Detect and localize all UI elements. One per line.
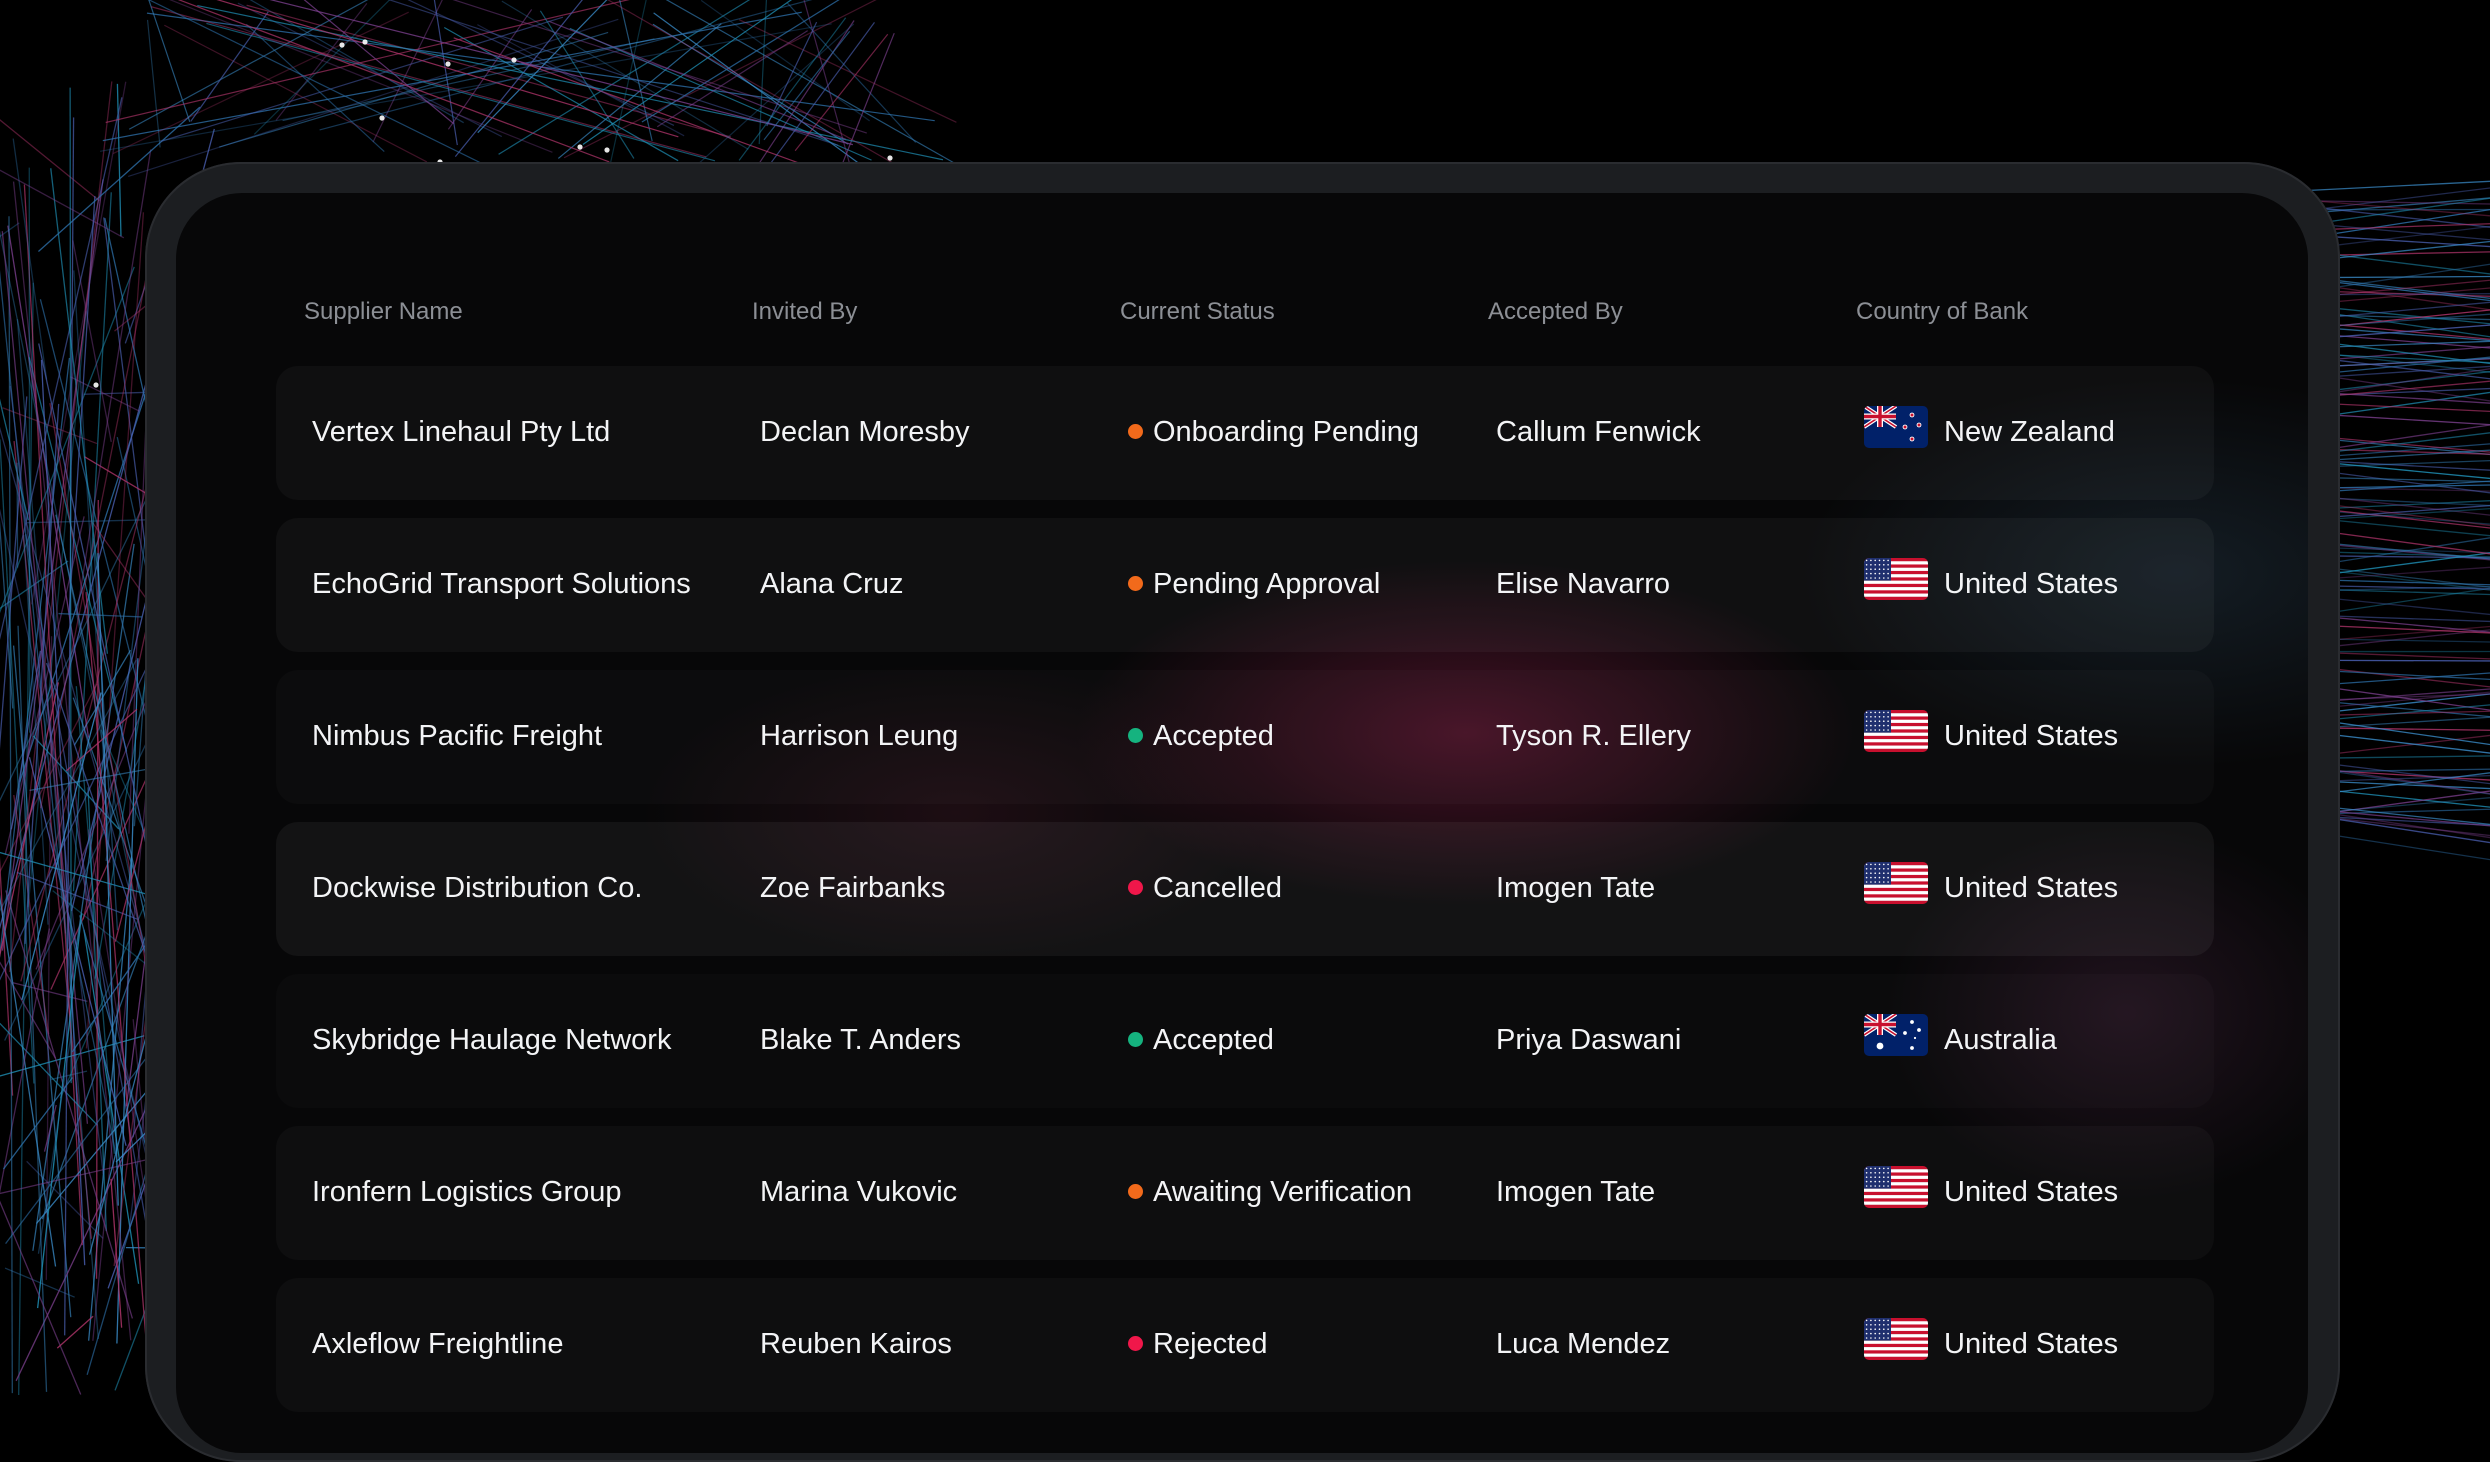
supplier-name-cell: Ironfern Logistics Group — [312, 1174, 621, 1210]
table-row[interactable]: Dockwise Distribution Co. Zoe Fairbanks Ca… — [276, 822, 2214, 956]
us-flag-icon — [1864, 558, 1928, 600]
supplier-name-cell: Axleflow Freightline — [312, 1326, 563, 1362]
invited-by-cell: Reuben Kairos — [760, 1326, 952, 1362]
invited-by-cell: Zoe Fairbanks — [760, 870, 945, 906]
country-cell: New Zealand — [1944, 414, 2115, 450]
accepted-by-cell: Tyson R. Ellery — [1496, 718, 1691, 754]
status-cell: Awaiting Verification — [1128, 1174, 1412, 1210]
us-flag-icon — [1864, 710, 1928, 752]
country-cell: United States — [1944, 1174, 2118, 1210]
country-cell: Australia — [1944, 1022, 2057, 1058]
supplier-name-cell: Skybridge Haulage Network — [312, 1022, 671, 1058]
column-header-supplier-name[interactable]: Supplier Name — [304, 298, 463, 326]
nz-flag-icon — [1864, 406, 1928, 448]
status-dot-icon — [1128, 1336, 1143, 1351]
country-cell: United States — [1944, 718, 2118, 754]
status-cell: Onboarding Pending — [1128, 414, 1419, 450]
accepted-by-cell: Imogen Tate — [1496, 1174, 1655, 1210]
table-header: Supplier Name Invited By Current Status … — [176, 298, 2308, 338]
status-cell: Accepted — [1128, 1022, 1274, 1058]
status-label: Cancelled — [1153, 872, 1282, 904]
supplier-name-cell: Vertex Linehaul Pty Ltd — [312, 414, 610, 450]
table-row[interactable]: Axleflow Freightline Reuben Kairos Rejecte… — [276, 1278, 2214, 1412]
status-label: Awaiting Verification — [1153, 1176, 1412, 1208]
invited-by-cell: Harrison Leung — [760, 718, 958, 754]
invited-by-cell: Alana Cruz — [760, 566, 903, 602]
status-label: Rejected — [1153, 1328, 1267, 1360]
accepted-by-cell: Priya Daswani — [1496, 1022, 1681, 1058]
status-cell: Accepted — [1128, 718, 1274, 754]
table-row[interactable]: Nimbus Pacific Freight Harrison Leung Acce… — [276, 670, 2214, 804]
table-row[interactable]: EchoGrid Transport Solutions Alana Cruz Pe… — [276, 518, 2214, 652]
status-label: Pending Approval — [1153, 568, 1380, 600]
status-dot-icon — [1128, 576, 1143, 591]
status-dot-icon — [1128, 728, 1143, 743]
country-cell: United States — [1944, 870, 2118, 906]
country-cell: United States — [1944, 1326, 2118, 1362]
supplier-name-cell: Dockwise Distribution Co. — [312, 870, 642, 906]
table-row[interactable]: Ironfern Logistics Group Marina Vukovic Aw… — [276, 1126, 2214, 1260]
invited-by-cell: Declan Moresby — [760, 414, 970, 450]
table-row[interactable]: Vertex Linehaul Pty Ltd Declan Moresby Onb… — [276, 366, 2214, 500]
status-label: Onboarding Pending — [1153, 416, 1419, 448]
column-header-current-status[interactable]: Current Status — [1120, 298, 1275, 326]
status-dot-icon — [1128, 880, 1143, 895]
us-flag-icon — [1864, 1166, 1928, 1208]
supplier-name-cell: Nimbus Pacific Freight — [312, 718, 602, 754]
tablet-screen: Supplier Name Invited By Current Status … — [176, 193, 2308, 1453]
table-row[interactable]: Skybridge Haulage Network Blake T. Anders… — [276, 974, 2214, 1108]
status-label: Accepted — [1153, 1024, 1274, 1056]
us-flag-icon — [1864, 1318, 1928, 1360]
column-header-country-of-bank[interactable]: Country of Bank — [1856, 298, 2028, 326]
column-header-invited-by[interactable]: Invited By — [752, 298, 857, 326]
status-label: Accepted — [1153, 720, 1274, 752]
invited-by-cell: Blake T. Anders — [760, 1022, 961, 1058]
accepted-by-cell: Callum Fenwick — [1496, 414, 1701, 450]
invited-by-cell: Marina Vukovic — [760, 1174, 957, 1210]
country-cell: United States — [1944, 566, 2118, 602]
accepted-by-cell: Imogen Tate — [1496, 870, 1655, 906]
status-dot-icon — [1128, 1032, 1143, 1047]
column-header-accepted-by[interactable]: Accepted By — [1488, 298, 1623, 326]
accepted-by-cell: Luca Mendez — [1496, 1326, 1670, 1362]
status-cell: Cancelled — [1128, 870, 1282, 906]
status-dot-icon — [1128, 1184, 1143, 1199]
au-flag-icon — [1864, 1014, 1928, 1056]
accepted-by-cell: Elise Navarro — [1496, 566, 1670, 602]
status-cell: Rejected — [1128, 1326, 1267, 1362]
supplier-name-cell: EchoGrid Transport Solutions — [312, 566, 691, 602]
status-cell: Pending Approval — [1128, 566, 1380, 602]
status-dot-icon — [1128, 424, 1143, 439]
us-flag-icon — [1864, 862, 1928, 904]
